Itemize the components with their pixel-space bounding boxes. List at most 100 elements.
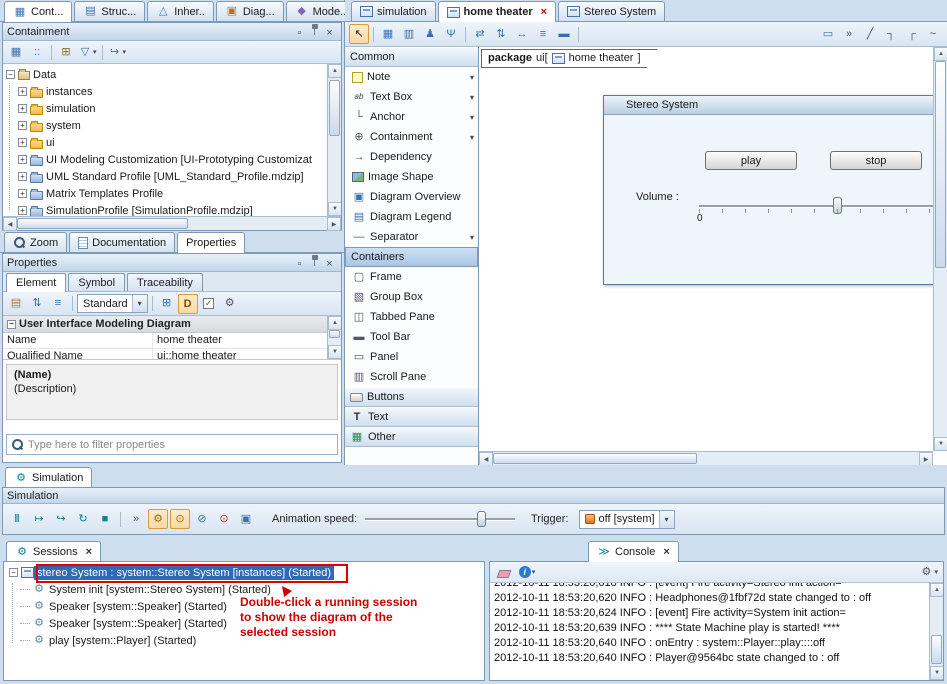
dropdown-arrow-icon[interactable]: ▾ <box>470 93 474 102</box>
properties-tab-traceability[interactable]: Traceability <box>127 273 203 291</box>
canvas-vertical-scrollbar[interactable]: ▲▼ <box>933 47 947 451</box>
palette-item-diagram-overview[interactable]: ▣Diagram Overview <box>345 187 478 207</box>
step-out-button[interactable]: ↻ <box>73 509 93 529</box>
containment-row-7[interactable]: +Matrix Templates Profile <box>3 185 327 202</box>
dropdown-arrow-icon[interactable]: ▾ <box>132 295 147 312</box>
containment-row-8[interactable]: +SimulationProfile [SimulationProfile.md… <box>3 202 327 216</box>
options-toggle-button[interactable]: ⊘ <box>192 509 212 529</box>
float-button[interactable]: ▫ <box>292 27 307 41</box>
play-button[interactable]: play <box>705 151 797 170</box>
scroll-up-button[interactable]: ▲ <box>328 316 341 330</box>
customize-button[interactable]: ⚙ <box>220 294 240 314</box>
stop-button[interactable]: stop <box>830 151 922 170</box>
diagram-canvas[interactable]: package ui[ home theater ] Stereo System… <box>479 47 933 451</box>
containment-row-4[interactable]: +ui <box>3 134 327 151</box>
palette-item-frame[interactable]: ▢Frame <box>345 267 478 287</box>
actor-tool-button[interactable]: ♟ <box>420 24 440 44</box>
palette-item-group-box[interactable]: ▧Group Box <box>345 287 478 307</box>
make-same-size-button[interactable]: ↔ <box>512 24 532 44</box>
property-value[interactable]: home theater <box>153 333 327 348</box>
containment-vertical-scrollbar-track[interactable] <box>328 78 341 202</box>
canvas-horizontal-scrollbar-thumb[interactable] <box>493 453 697 464</box>
grid-tool-button[interactable]: ▦ <box>378 24 398 44</box>
expand-icon[interactable]: + <box>18 104 27 113</box>
palette-item-dependency[interactable]: →Dependency <box>345 147 478 167</box>
collapse-icon[interactable]: − <box>7 320 16 329</box>
scroll-down-button[interactable]: ▼ <box>934 437 947 451</box>
console-scrollbar-thumb[interactable] <box>931 635 942 664</box>
pause-button[interactable]: ‖ <box>7 509 27 529</box>
dropdown-arrow-icon[interactable]: ▾ <box>659 511 674 528</box>
swimlane-tool-button[interactable]: ▥ <box>399 24 419 44</box>
pin-button[interactable] <box>307 254 322 268</box>
expand-icon[interactable]: + <box>18 121 27 130</box>
step-over-button[interactable]: ↪ <box>51 509 71 529</box>
layout-button[interactable]: ▬ <box>554 24 574 44</box>
diagram-tab-home-theater[interactable]: home theater× <box>438 1 557 22</box>
expand-icon[interactable]: + <box>18 87 27 96</box>
palette-item-text-box[interactable]: abText Box▾ <box>345 87 478 107</box>
close-icon[interactable]: × <box>663 546 669 558</box>
edit-description-button[interactable]: ≡ <box>48 294 68 314</box>
containment-row-6[interactable]: +UML Standard Profile [UML_Standard_Prof… <box>3 168 327 185</box>
palette-category-other[interactable]: ▦Other <box>345 427 478 447</box>
quick-selection-button[interactable]: ▭ <box>818 24 838 44</box>
palette-item-scroll-pane[interactable]: ▥Scroll Pane <box>345 367 478 387</box>
animate-toggle-button[interactable]: ⚙ <box>148 509 168 529</box>
diagram-tab-simulation[interactable]: simulation <box>351 1 436 21</box>
simulation-tab[interactable]: ⚙Simulation <box>5 467 92 488</box>
scroll-left-button[interactable]: ◀ <box>479 452 493 465</box>
filter-button[interactable]: ▽▾ <box>77 42 98 62</box>
dropdown-arrow-icon[interactable]: ▾ <box>470 233 474 242</box>
scroll-up-button[interactable]: ▲ <box>930 583 943 597</box>
scroll-right-button[interactable]: ▶ <box>327 217 341 231</box>
canvas-horizontal-scrollbar-track[interactable] <box>493 452 919 465</box>
export-image-button[interactable]: ▣ <box>236 509 256 529</box>
console-scrollbar[interactable]: ▲▼ <box>929 583 943 680</box>
sessions-tab[interactable]: ⚙Sessions× <box>6 541 101 562</box>
containment-row-5[interactable]: +UI Modeling Customization [UI-Prototypi… <box>3 151 327 168</box>
workspace-tab-cont[interactable]: ▦Cont... <box>4 1 72 22</box>
property-value[interactable]: ui::home theater <box>153 349 327 360</box>
dropdown-arrow-icon[interactable]: ▾ <box>470 113 474 122</box>
palette-item-containment[interactable]: ⊕Containment▾ <box>345 127 478 147</box>
session-row-0[interactable]: −stereo System : system::Stereo System [… <box>6 564 482 581</box>
property-row[interactable]: Qualified Nameui::home theater <box>3 349 327 360</box>
clear-button[interactable] <box>494 562 514 582</box>
step-into-button[interactable]: ↦ <box>29 509 49 529</box>
palette-item-tool-bar[interactable]: ▬Tool Bar <box>345 327 478 347</box>
scroll-left-button[interactable]: ◀ <box>3 217 17 231</box>
properties-grid-scrollbar-track[interactable] <box>328 330 341 345</box>
properties-tab-element[interactable]: Element <box>6 273 66 292</box>
close-button[interactable]: × <box>322 27 337 41</box>
containment-row-1[interactable]: +instances <box>3 83 327 100</box>
collapse-icon[interactable]: − <box>9 568 18 577</box>
containment-horizontal-scrollbar-thumb[interactable] <box>17 218 188 229</box>
stereo-system-frame[interactable]: Stereo System play stop Volume : 0 <box>603 95 933 285</box>
options-button[interactable]: :: <box>27 42 47 62</box>
terminate-button[interactable]: ■ <box>95 509 115 529</box>
properties-profile-select[interactable]: Standard▾ <box>77 294 148 313</box>
workspace-tab-diag[interactable]: ▣Diag... <box>216 1 284 21</box>
property-row[interactable]: Namehome theater <box>3 333 327 349</box>
expand-icon[interactable]: + <box>18 189 27 198</box>
canvas-vertical-scrollbar-track[interactable] <box>934 61 947 437</box>
info-button[interactable]: i▾ <box>517 562 537 582</box>
tree-view-button[interactable]: ⊞ <box>56 42 76 62</box>
criteria-button[interactable]: ▦ <box>6 42 26 62</box>
overflow-button[interactable]: » <box>126 509 146 529</box>
scroll-up-button[interactable]: ▲ <box>328 64 341 78</box>
scroll-down-button[interactable]: ▼ <box>930 666 943 680</box>
palette-item-panel[interactable]: ▭Panel <box>345 347 478 367</box>
containment-row-0[interactable]: −Data <box>3 66 327 83</box>
console-tab[interactable]: ≫Console× <box>588 541 679 562</box>
canvas-horizontal-scrollbar[interactable]: ◀▶ <box>479 451 933 465</box>
trigger-select[interactable]: off [system]▾ <box>579 510 675 529</box>
expand-icon[interactable]: + <box>18 138 27 147</box>
palette-category-common[interactable]: Common <box>345 47 478 67</box>
expert-mode-button[interactable]: ⊞ <box>157 294 177 314</box>
palette-category-containers[interactable]: Containers <box>345 247 478 267</box>
distribute-vertically-button[interactable]: ⇅ <box>491 24 511 44</box>
properties-tab-symbol[interactable]: Symbol <box>68 273 125 291</box>
breakpoints-toggle-button[interactable]: ⊙ <box>170 509 190 529</box>
